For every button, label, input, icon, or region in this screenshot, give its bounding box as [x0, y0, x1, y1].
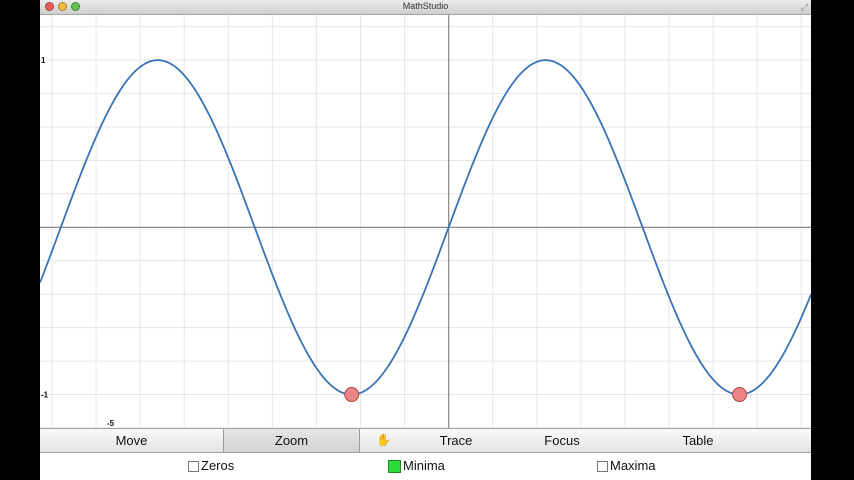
table-tool-button[interactable]: Table	[612, 429, 784, 452]
tool-bar: Move Zoom ✋ Trace Focus Table	[40, 428, 811, 453]
minima-marker[interactable]	[344, 387, 360, 403]
fullscreen-icon[interactable]: ⤢	[801, 2, 808, 12]
grid-lines	[40, 15, 811, 428]
y-tick-label-bottom: -1	[41, 391, 49, 400]
x-tick-label-left: -5	[107, 419, 115, 428]
maxima-label: Maxima	[610, 458, 656, 473]
trace-tool-button[interactable]: ✋ Trace	[360, 429, 512, 452]
graph-plot-area[interactable]: 1 -1 -5	[40, 15, 811, 428]
minima-marker[interactable]	[732, 387, 748, 403]
zeros-checkbox[interactable]	[188, 461, 199, 472]
minima-checkbox[interactable]	[388, 460, 401, 473]
minima-label: Minima	[403, 458, 445, 473]
maxima-option[interactable]: Maxima	[597, 459, 656, 473]
app-window: MathStudio ⤢ 1 -1 -5 Move Zoom ✋ Trace Foc…	[40, 0, 811, 480]
trace-label: Trace	[439, 433, 473, 448]
move-tool-button[interactable]: Move	[40, 429, 223, 452]
maxima-checkbox[interactable]	[597, 461, 608, 472]
zeros-option[interactable]: Zeros	[188, 459, 234, 473]
hand-cursor-icon: ✋	[376, 433, 391, 447]
zeros-label: Zeros	[201, 458, 235, 473]
feature-options: Zeros Minima Maxima	[40, 453, 811, 480]
window-title: MathStudio	[402, 1, 449, 11]
focus-tool-button[interactable]: Focus	[512, 429, 612, 452]
axes	[40, 15, 811, 428]
minima-option[interactable]: Minima	[388, 459, 445, 473]
title-bar: MathStudio ⤢	[40, 0, 811, 15]
zoom-tool-button[interactable]: Zoom	[223, 429, 360, 452]
y-tick-label-top: 1	[41, 56, 46, 65]
